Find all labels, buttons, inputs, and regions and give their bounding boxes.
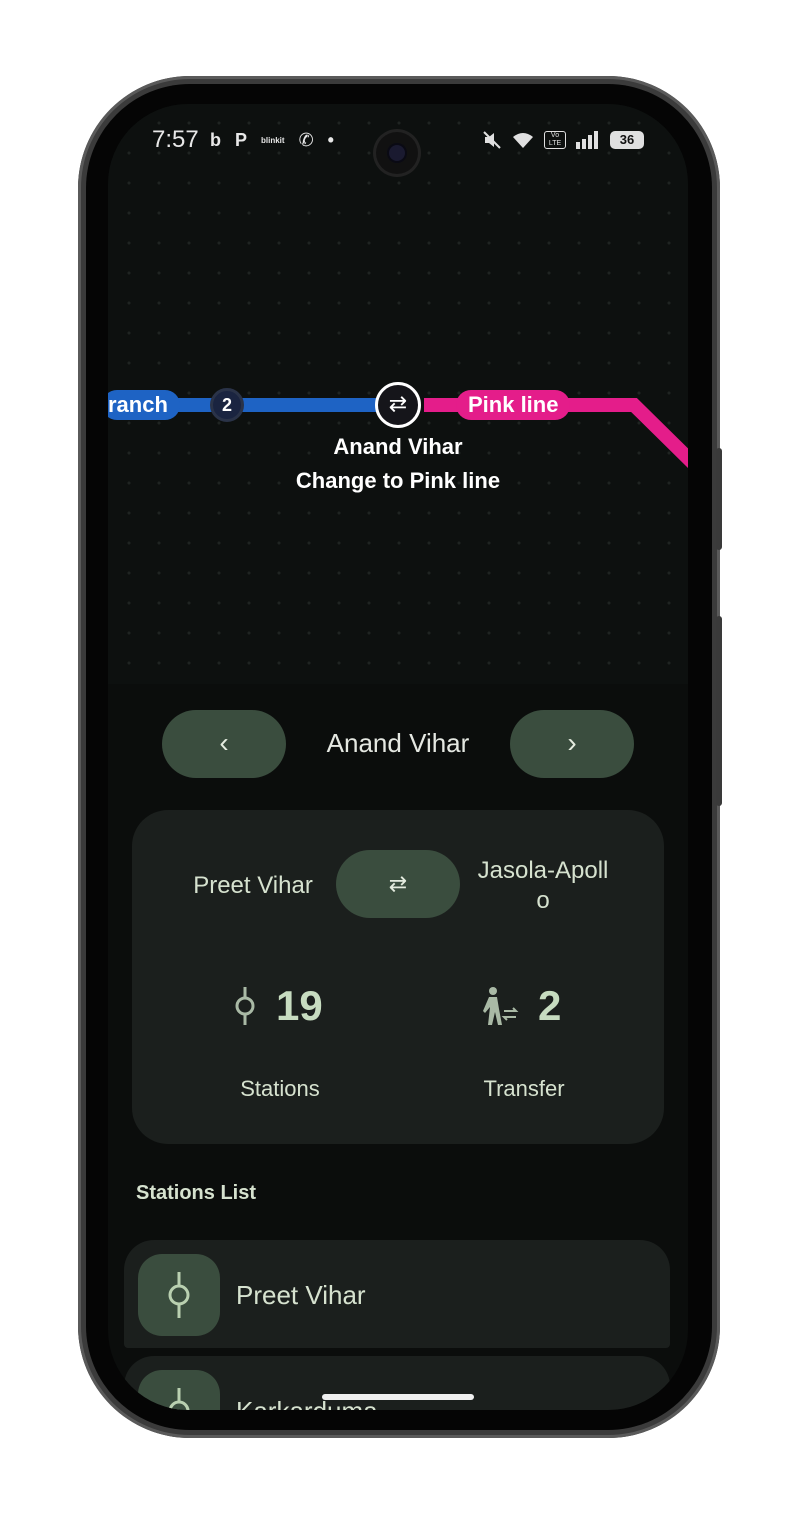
station-name: Preet Vihar	[236, 1280, 366, 1310]
status-bar: 7:57 b P blinkit ✆ • Vo LTE 36	[108, 104, 688, 174]
swap-icon: ⇄	[388, 871, 408, 896]
stop-count-badge[interactable]: 2	[210, 388, 244, 422]
previous-station-button[interactable]: ‹	[162, 710, 286, 778]
route-from: Preet Vihar	[193, 872, 313, 899]
list-item[interactable]: Preet Vihar	[124, 1240, 670, 1348]
list-item[interactable]: Karkarduma	[124, 1356, 670, 1410]
station-marker-icon	[235, 987, 255, 1025]
bb-app-icon: b	[210, 130, 221, 150]
swap-route-button[interactable]: ⇄	[336, 850, 460, 918]
next-station-button[interactable]: ›	[510, 710, 634, 778]
interchange-icon[interactable]: ⇄	[375, 382, 421, 428]
chevron-left-icon: ‹	[219, 727, 229, 758]
pink-line-label: Pink line	[456, 390, 571, 420]
route-summary-card: Preet Vihar ⇄ Jasola-Apoll o 19 Stations…	[132, 810, 664, 1144]
notification-icons: b P blinkit ✆ •	[210, 130, 334, 151]
station-icon	[138, 1254, 220, 1336]
system-icons: Vo LTE 36	[482, 130, 644, 150]
transfers-stat: 2	[480, 982, 561, 1030]
battery-icon: 36	[610, 131, 644, 149]
more-notifications-icon: •	[327, 130, 334, 150]
current-station-title: Anand Vihar	[326, 728, 470, 758]
transfers-count: 2	[538, 982, 562, 1029]
status-time: 7:57	[152, 126, 199, 153]
stations-label: Stations	[240, 1076, 320, 1101]
power-button	[716, 616, 722, 806]
route-to: Jasola-Apoll o	[477, 857, 609, 914]
stations-list-title: Stations List	[136, 1182, 257, 1204]
map-instruction: Change to Pink line	[295, 468, 501, 493]
branch-label: ranch	[108, 390, 180, 420]
volume-button	[716, 448, 722, 550]
station-icon	[138, 1370, 220, 1410]
p-app-icon: P	[235, 130, 248, 150]
mute-icon	[483, 131, 501, 149]
whatsapp-icon: ✆	[298, 130, 314, 150]
front-camera	[376, 132, 418, 174]
home-gesture-bar[interactable]	[322, 1394, 474, 1400]
map-station-name: Anand Vihar	[333, 434, 463, 459]
stations-count: 19	[276, 982, 323, 1029]
stations-stat: 19	[232, 982, 323, 1030]
screen: ranch 2 ⇄ Pink line Anand Vihar Change t…	[108, 104, 688, 1410]
route-map[interactable]: ranch 2 ⇄ Pink line Anand Vihar Change t…	[108, 104, 688, 684]
transfer-walk-icon	[483, 987, 519, 1025]
signal-icon	[576, 131, 598, 149]
chevron-right-icon: ›	[567, 727, 577, 758]
wifi-icon	[513, 133, 533, 148]
transfers-label: Transfer	[483, 1076, 565, 1101]
blinkit-icon: blinkit	[261, 136, 285, 145]
volte-icon: Vo LTE	[544, 131, 566, 149]
